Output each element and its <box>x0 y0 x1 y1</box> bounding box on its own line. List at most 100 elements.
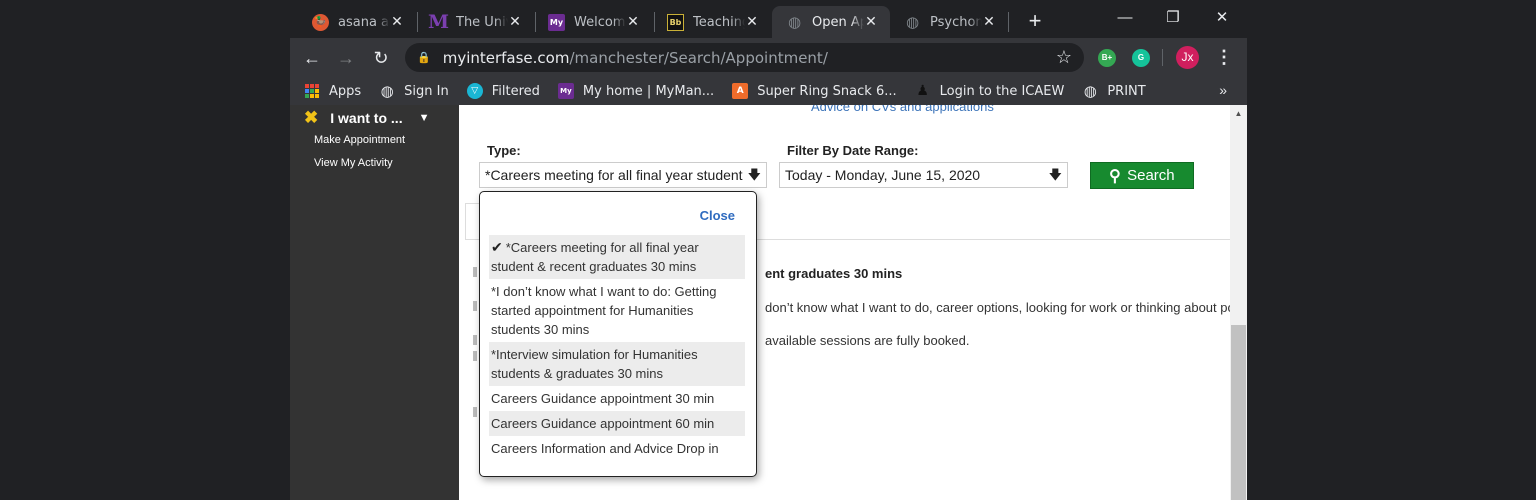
blackboard-icon: Bb <box>667 13 684 31</box>
bookmark-icaew[interactable]: ♟ Login to the ICAEW <box>915 83 1065 99</box>
tab-title: Teaching <box>693 14 745 30</box>
bookmark-apps[interactable]: Apps <box>304 83 361 99</box>
grammarly-extension-icon[interactable]: G <box>1132 49 1150 67</box>
reload-button[interactable]: ↻ <box>368 45 394 71</box>
bookmark-label: PRINT <box>1107 83 1146 99</box>
forward-button[interactable]: → <box>333 45 359 71</box>
tab-close-icon[interactable]: ✕ <box>388 13 406 31</box>
bookmark-super-ring-snack[interactable]: A Super Ring Snack 6... <box>732 83 897 99</box>
bookmark-filtered[interactable]: ▽ Filtered <box>466 83 540 99</box>
type-select[interactable]: *Careers meeting for all final year stud… <box>479 162 767 188</box>
dropdown-option-drop-in[interactable]: Careers Information and Advice Drop in <box>489 436 745 461</box>
tab-close-icon[interactable]: ✕ <box>624 13 642 31</box>
obscured-text <box>473 301 477 311</box>
tab-title: Psychom <box>930 14 982 30</box>
date-range-select[interactable]: Today - Monday, June 15, 2020 🡇 <box>779 162 1068 188</box>
browser-window: 🦆 asana at ✕ M The Univ ✕ My Welcome ✕ B… <box>290 0 1247 500</box>
tab-close-icon[interactable]: ✕ <box>506 13 524 31</box>
tab-welcome[interactable]: My Welcome ✕ <box>534 6 652 38</box>
caret-down-icon: ▼ <box>418 112 430 124</box>
filter-icon: ▽ <box>466 83 483 99</box>
search-button[interactable]: ⚲ Search <box>1090 162 1194 189</box>
option-label: *Interview simulation for Humanities stu… <box>491 347 698 381</box>
bookmark-star-icon[interactable]: ☆ <box>1056 47 1072 68</box>
bookmark-label: Super Ring Snack 6... <box>757 83 897 99</box>
type-select-value: *Careers meeting for all final year stud… <box>485 167 743 183</box>
advice-link[interactable]: Advice on CVs and applications <box>811 105 994 114</box>
browser-toolbar: ← → ↻ 🔒 myinterfase.com/manchester/Searc… <box>290 38 1247 77</box>
page-content: ✖ I want to ... ▼ Make Appointment View … <box>290 105 1247 500</box>
page-scrollbar[interactable]: ▲ <box>1230 105 1247 500</box>
back-button[interactable]: ← <box>299 45 325 71</box>
address-bar[interactable]: 🔒 myinterfase.com/manchester/Search/Appo… <box>405 43 1084 72</box>
tab-psychometric[interactable]: ◍ Psychom ✕ <box>890 6 1008 38</box>
bookmark-my-home[interactable]: My My home | MyMan... <box>557 83 715 99</box>
tab-title: Open Ap <box>812 14 864 30</box>
bplus-extension-icon[interactable]: B+ <box>1098 49 1116 67</box>
window-close-button[interactable]: ✕ <box>1199 6 1245 30</box>
toolbar-separator <box>1162 49 1163 66</box>
appointment-title: ent graduates 30 mins <box>765 266 903 281</box>
tab-separator <box>1008 12 1009 32</box>
obscured-text <box>473 407 477 417</box>
tab-title: Welcome <box>574 14 626 30</box>
minimize-button[interactable]: — <box>1102 6 1148 30</box>
option-label: Careers Guidance appointment 60 min <box>491 416 715 431</box>
dropdown-close-button[interactable]: Close <box>700 208 735 223</box>
sidebar-item-view-my-activity[interactable]: View My Activity <box>314 157 393 169</box>
i-want-to-menu[interactable]: ✖ I want to ... ▼ <box>304 108 429 128</box>
obscured-text <box>473 335 477 345</box>
tab-close-icon[interactable]: ✕ <box>743 13 761 31</box>
date-range-value: Today - Monday, June 15, 2020 <box>785 167 981 183</box>
tab-close-icon[interactable]: ✕ <box>980 13 998 31</box>
search-button-label: Search <box>1127 167 1175 184</box>
fully-booked-notice: available sessions are fully booked. <box>765 333 970 348</box>
tab-strip: 🦆 asana at ✕ M The Univ ✕ My Welcome ✕ B… <box>290 0 1247 38</box>
dropdown-options: ✔ *Careers meeting for all final year stu… <box>489 235 745 461</box>
url-path: /manchester/Search/Appointment/ <box>569 48 828 67</box>
dropdown-option-careers-meeting[interactable]: ✔ *Careers meeting for all final year stu… <box>489 235 745 279</box>
bookmark-sign-in[interactable]: ◍ Sign In <box>379 82 449 100</box>
option-label: *Careers meeting for all final year stud… <box>491 240 699 274</box>
menu-title: I want to ... <box>330 110 403 126</box>
url-host: myinterfase.com <box>442 48 570 67</box>
bookmarks-overflow-button[interactable]: » <box>1219 82 1227 98</box>
dropdown-option-getting-started[interactable]: *I don’t know what I want to do: Getting… <box>489 279 745 342</box>
tab-title: The Univ <box>456 14 508 30</box>
tab-asana[interactable]: 🦆 asana at ✕ <box>298 6 416 38</box>
scroll-thumb[interactable] <box>1231 325 1246 500</box>
dropdown-option-guidance-60[interactable]: Careers Guidance appointment 60 min <box>489 411 745 436</box>
tab-teaching[interactable]: Bb Teaching ✕ <box>653 6 771 38</box>
obscured-text <box>473 351 477 361</box>
tab-open-appointments[interactable]: ◍ Open Ap ✕ <box>772 6 890 38</box>
tab-close-icon[interactable]: ✕ <box>862 13 880 31</box>
dropdown-option-guidance-30[interactable]: Careers Guidance appointment 30 min <box>489 386 745 411</box>
option-label: Careers Guidance appointment 30 min <box>491 391 715 406</box>
restore-button[interactable]: ❐ <box>1150 6 1196 30</box>
date-range-label: Filter By Date Range: <box>787 143 919 158</box>
bookmark-label: Login to the ICAEW <box>939 83 1065 99</box>
more-menu-icon[interactable]: ⋮ <box>1215 46 1233 68</box>
dropdown-option-interview-simulation[interactable]: *Interview simulation for Humanities stu… <box>489 342 745 386</box>
tab-title: asana at <box>338 14 390 30</box>
globe-icon: ◍ <box>787 13 802 31</box>
sidebar: ✖ I want to ... ▼ Make Appointment View … <box>290 105 459 500</box>
profile-avatar[interactable]: Jx <box>1176 46 1199 69</box>
sidebar-item-make-appointment[interactable]: Make Appointment <box>314 134 405 146</box>
bookmark-print[interactable]: ◍ PRINT <box>1082 82 1146 100</box>
bookmark-label: My home | MyMan... <box>582 83 715 99</box>
type-dropdown-popup: Close ✔ *Careers meeting for all final ye… <box>479 191 757 477</box>
type-label: Type: <box>487 143 521 158</box>
globe-icon: ◍ <box>1083 82 1097 100</box>
bookmark-label: Filtered <box>491 83 540 99</box>
lock-icon: 🔒 <box>417 51 431 64</box>
appointment-description: don’t know what I want to do, career opt… <box>765 300 1242 315</box>
scroll-up-icon[interactable]: ▲ <box>1230 109 1247 118</box>
option-label: Careers Information and Advice Drop in <box>491 441 719 456</box>
My-logo-icon: My <box>557 83 574 99</box>
tab-the-university[interactable]: M The Univ ✕ <box>416 6 534 38</box>
new-tab-button[interactable]: + <box>1023 8 1047 34</box>
My-logo-icon: My <box>548 13 565 31</box>
search-icon: ⚲ <box>1109 167 1122 185</box>
dropdown-arrow-icon: 🡇 <box>1048 167 1062 182</box>
